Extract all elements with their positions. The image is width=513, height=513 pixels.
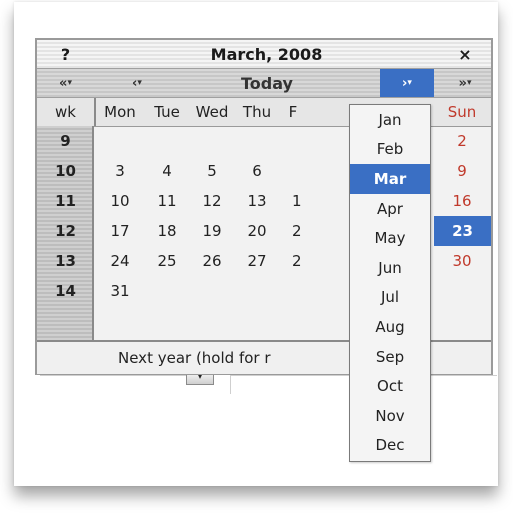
day-header-sun: Sun — [447, 103, 477, 121]
day-header-tue: Tue — [154, 103, 180, 121]
day-cell[interactable]: 10 — [96, 186, 144, 216]
today-button[interactable]: Today — [207, 69, 327, 97]
day-cell[interactable]: 1 — [280, 186, 306, 216]
day-cell[interactable]: 19 — [190, 216, 234, 246]
month-dropdown-menu: Jan Feb Mar Apr May Jun Jul Aug Sep Oct … — [349, 104, 431, 462]
day-cell[interactable]: 31 — [96, 276, 144, 306]
day-cell[interactable]: 17 — [96, 216, 144, 246]
day-cell[interactable]: 26 — [190, 246, 234, 276]
day-cell[interactable]: 2 — [280, 246, 306, 276]
calendar-title-bar: ? March, 2008 × — [37, 40, 491, 68]
day-cell[interactable]: 5 — [190, 156, 234, 186]
day-cell[interactable]: 12 — [190, 186, 234, 216]
day-cell[interactable]: 16 — [433, 186, 491, 216]
week-column-divider — [94, 98, 96, 126]
month-option-aug[interactable]: Aug — [350, 312, 430, 342]
today-day-cell[interactable]: 23 — [434, 216, 491, 246]
day-cell[interactable]: 9 — [433, 156, 491, 186]
month-option-feb[interactable]: Feb — [350, 135, 430, 165]
help-button[interactable]: ? — [37, 40, 94, 68]
day-header-fri: F — [288, 103, 298, 121]
day-cell[interactable]: 6 — [234, 156, 280, 186]
week-header: wk — [55, 103, 76, 121]
day-cell[interactable]: 4 — [144, 156, 190, 186]
close-button[interactable]: × — [439, 40, 491, 68]
month-option-jun[interactable]: Jun — [350, 253, 430, 283]
next-year-button[interactable]: » ▾ — [439, 69, 491, 97]
day-cell[interactable]: 13 — [234, 186, 280, 216]
day-cell[interactable]: 20 — [234, 216, 280, 246]
day-header-wed: Wed — [195, 103, 229, 121]
month-option-nov[interactable]: Nov — [350, 401, 430, 431]
prev-month-button[interactable]: ‹ ▾ — [115, 69, 159, 97]
month-option-jul[interactable]: Jul — [350, 283, 430, 313]
next-month-button[interactable]: › ▾ — [380, 69, 434, 97]
month-option-mar[interactable]: Mar — [350, 164, 430, 194]
day-header-mon: Mon — [104, 103, 136, 121]
prev-year-button[interactable]: «▾ — [37, 69, 94, 97]
day-cell[interactable]: 2 — [433, 126, 491, 156]
calendar-nav-bar: «▾ ‹ ▾ Today › ▾ » ▾ — [37, 68, 491, 98]
day-cell[interactable]: 18 — [144, 216, 190, 246]
week-number: 10 — [55, 162, 76, 180]
day-cell[interactable]: 11 — [144, 186, 190, 216]
month-option-apr[interactable]: Apr — [350, 194, 430, 224]
day-cell[interactable]: 3 — [96, 156, 144, 186]
month-option-may[interactable]: May — [350, 223, 430, 253]
month-option-dec[interactable]: Dec — [350, 431, 430, 461]
month-option-oct[interactable]: Oct — [350, 371, 430, 401]
week-number: 11 — [55, 192, 76, 210]
month-option-jan[interactable]: Jan — [350, 105, 430, 135]
day-cell[interactable]: 24 — [96, 246, 144, 276]
week-number: 9 — [60, 132, 71, 150]
day-header-thu: Thu — [242, 103, 272, 121]
month-option-sep[interactable]: Sep — [350, 342, 430, 372]
week-number: 14 — [55, 282, 76, 300]
day-cell[interactable]: 27 — [234, 246, 280, 276]
month-year-title: March, 2008 — [210, 44, 323, 64]
week-number: 12 — [55, 222, 76, 240]
week-number: 13 — [55, 252, 76, 270]
day-cell[interactable]: 25 — [144, 246, 190, 276]
day-cell[interactable]: 30 — [433, 246, 491, 276]
day-cell[interactable]: 2 — [280, 216, 306, 246]
